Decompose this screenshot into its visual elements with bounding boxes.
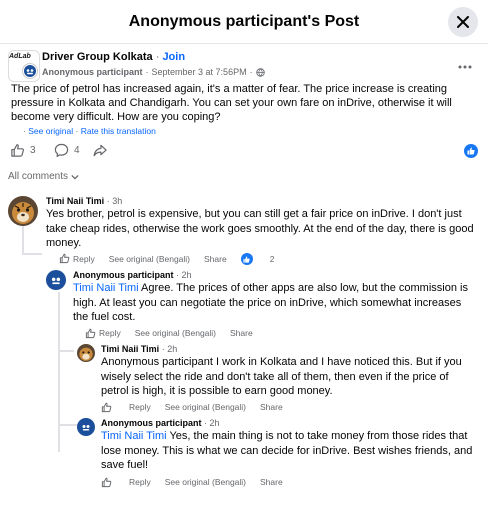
thread-line [58, 292, 60, 452]
thumbs-up-icon [243, 255, 250, 263]
post-actions: 3 4 [10, 143, 480, 163]
thread-line [22, 222, 24, 254]
reply-button[interactable]: Reply [129, 477, 151, 487]
like-button[interactable]: 3 [10, 143, 36, 158]
reaction-number: 2 [269, 254, 275, 264]
comment-author[interactable]: Anonymous participant [101, 418, 202, 428]
comment-author[interactable]: Timi Naii Timi [101, 344, 159, 354]
like-reaction-badge [240, 253, 253, 265]
comment-text: Yes brother, petrol is expensive, but yo… [46, 208, 474, 249]
avatar[interactable] [46, 270, 66, 290]
mention-link[interactable]: Timi Naii Timi [73, 282, 139, 294]
share-button[interactable]: Share [260, 477, 283, 487]
see-original-link[interactable]: See original (Bengali) [109, 254, 190, 264]
comment-time[interactable]: 2h [210, 418, 220, 428]
separator: · [176, 270, 180, 280]
comment-time[interactable]: 2h [167, 344, 177, 354]
like-count: 3 [30, 145, 36, 156]
comment-button[interactable]: 4 [54, 143, 80, 158]
post-author[interactable]: Anonymous participant [42, 67, 143, 77]
reply-button[interactable]: Reply [99, 328, 121, 338]
avatar[interactable] [8, 196, 38, 226]
separator: · [204, 418, 208, 428]
comment-count: 4 [74, 145, 80, 156]
avatar[interactable] [77, 344, 95, 362]
separator: · [161, 344, 165, 354]
comment-time[interactable]: 2h [182, 270, 192, 280]
thread-line [22, 253, 42, 255]
comment: Anonymous participant · 2h Timi Naii Tim… [101, 418, 477, 473]
close-button[interactable] [448, 7, 478, 37]
avatar[interactable] [77, 418, 95, 436]
share-button[interactable] [92, 143, 108, 158]
mention-link[interactable]: Timi Naii Timi [101, 430, 167, 442]
share-button[interactable]: Share [230, 328, 253, 338]
more-options-button[interactable] [458, 56, 472, 72]
comment-author[interactable]: Anonymous participant [73, 270, 174, 280]
more-icon [458, 65, 472, 69]
comment-text: Anonymous participant I work in Kolkata … [101, 356, 462, 397]
share-icon [93, 144, 107, 157]
all-comments-label: All comments [8, 171, 69, 182]
comment-icon [54, 143, 69, 158]
group-name-link[interactable]: Driver Group Kolkata [42, 51, 153, 63]
share-button[interactable]: Share [204, 254, 227, 264]
thread-line [58, 350, 74, 352]
post-header: AdLab Driver Group Kolkata · Join Anonym… [8, 50, 480, 82]
post-body: The price of petrol has increased again,… [11, 83, 452, 123]
thumbs-up-icon[interactable] [85, 328, 96, 339]
join-link[interactable]: Join [162, 51, 185, 63]
reply-button[interactable]: Reply [129, 402, 151, 412]
comment-actions: Reply See original (Bengali) Share [101, 477, 297, 488]
author-avatar[interactable] [22, 63, 38, 79]
see-original-link[interactable]: See original [28, 126, 73, 136]
comment: Timi Naii Timi · 3h Yes brother, petrol … [46, 196, 476, 251]
comment-author[interactable]: Timi Naii Timi [46, 196, 104, 206]
dialog-header: Anonymous participant's Post [0, 0, 488, 44]
separator: · [249, 67, 253, 77]
comment: Anonymous participant · 2h Timi Naii Tim… [73, 270, 477, 325]
rate-translation-link[interactable]: Rate this translation [81, 126, 156, 136]
separator: · [106, 196, 110, 206]
see-original-link[interactable]: See original (Bengali) [165, 402, 246, 412]
globe-icon: · [23, 126, 26, 136]
see-original-link[interactable]: See original (Bengali) [135, 328, 216, 338]
anonymous-icon [82, 425, 90, 431]
reaction-count[interactable]: 2 [240, 253, 289, 265]
anonymous-icon [24, 65, 36, 77]
thumbs-up-icon[interactable] [59, 253, 70, 264]
thumbs-up-icon [11, 144, 24, 157]
comment-actions: Reply See original (Bengali) Share [85, 328, 267, 339]
reply-button[interactable]: Reply [73, 254, 95, 264]
see-original-link[interactable]: See original (Bengali) [165, 477, 246, 487]
thumbs-up-icon[interactable] [101, 477, 112, 488]
thumbs-up-icon [467, 147, 475, 155]
comment-body: Timi Naii Timi Yes, the main thing is no… [101, 429, 477, 473]
tiger-avatar-image [77, 344, 95, 362]
group-logo-text: AdLab [9, 53, 31, 60]
close-icon [457, 16, 469, 28]
separator: · [75, 126, 79, 136]
separator: · [155, 51, 160, 63]
translation-links: · See original · Rate this translation [23, 126, 156, 136]
comment: Timi Naii Timi · 2h Anonymous participan… [101, 344, 477, 399]
separator: · [145, 67, 149, 77]
share-button[interactable]: Share [260, 402, 283, 412]
like-reaction-badge[interactable] [464, 144, 478, 158]
chevron-down-icon [71, 174, 79, 180]
comment-time[interactable]: 3h [112, 196, 122, 206]
comment-body: Timi Naii Timi Agree. The prices of othe… [73, 281, 477, 325]
anonymous-icon [51, 277, 61, 285]
dialog-title: Anonymous participant's Post [128, 12, 360, 30]
post-date[interactable]: September 3 at 7:56PM [152, 67, 247, 77]
tiger-avatar-image [8, 196, 38, 226]
thumbs-up-icon[interactable] [101, 402, 112, 413]
comment-actions: Reply See original (Bengali) Share 2 [59, 253, 302, 265]
comment-sort-dropdown[interactable]: All comments [8, 171, 79, 182]
comment-actions: Reply See original (Bengali) Share [101, 402, 297, 413]
globe-icon [255, 67, 265, 77]
